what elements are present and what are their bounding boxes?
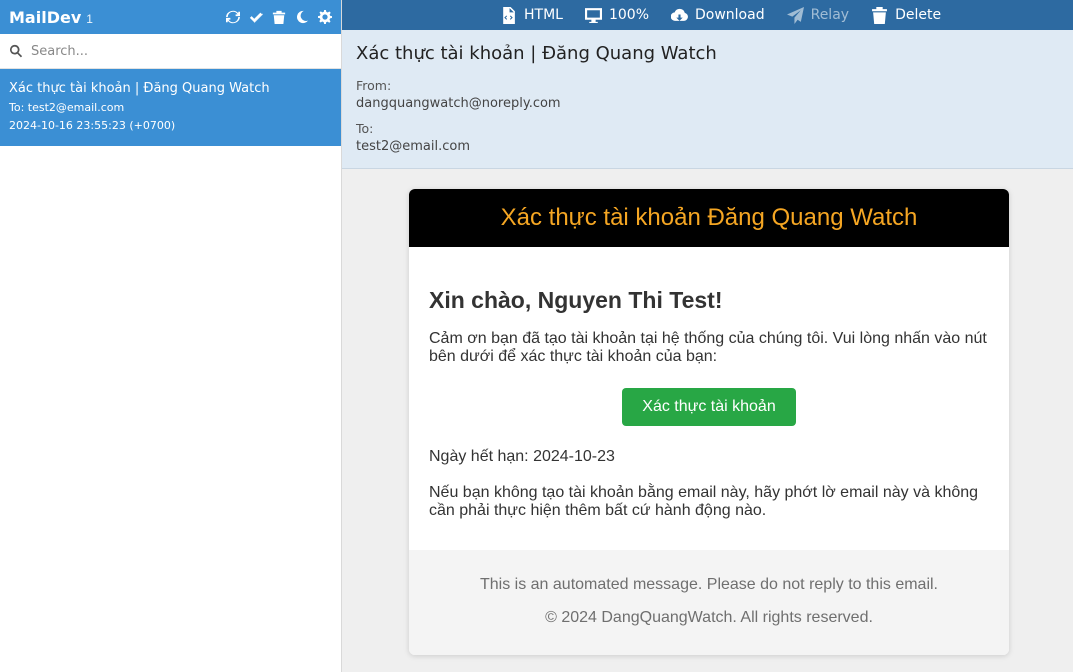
email-banner-title: Xác thực tài khoản Đăng Quang Watch [500,204,918,231]
download-button[interactable]: Download [671,7,765,24]
monitor-icon [584,7,602,23]
html-label: HTML [524,7,563,23]
cta-wrapper: Xác thực tài khoản [429,388,989,426]
refresh-icon[interactable] [226,10,240,24]
download-label: Download [695,7,765,23]
search-bar [0,34,341,69]
to-label: To: [356,121,374,136]
expiry-date: Ngày hết hạn: 2024-10-23 [429,448,615,465]
relay-button[interactable]: Relay [786,6,850,24]
message-subject: Xác thực tài khoản | Đăng Quang Watch [356,43,717,64]
sidebar-tools [226,10,332,24]
copyright: © 2024 DangQuangWatch. All rights reserv… [545,609,873,626]
trash-icon[interactable] [272,10,286,24]
zoom-label: 100% [608,7,649,23]
intro-text: Cảm ơn bạn đã tạo tài khoản tại hệ thống… [429,330,987,365]
html-button[interactable]: HTML [500,6,563,24]
email-content: Xin chào, Nguyen Thi Test! Cảm ơn bạn đã… [409,247,1009,520]
email-item-date: 2024-10-16 23:55:23 (+0700) [9,119,176,132]
search-input[interactable] [31,43,321,59]
app-title: MailDev [9,7,82,27]
email-preview-card: Xác thực tài khoản Đăng Quang Watch Xin … [409,189,1009,655]
zoom-button[interactable]: 100% [584,7,649,24]
search-icon [10,44,23,58]
to-address: test2@email.com [356,139,470,154]
paper-plane-icon [786,6,804,24]
moon-icon[interactable] [295,10,309,24]
message-header: Xác thực tài khoản | Đăng Quang Watch Fr… [342,30,1073,169]
trash-icon [872,6,887,24]
sidebar: MailDev 1 Xác thực tài khoản | Đăng Quan… [0,0,342,672]
mark-all-read-icon[interactable] [249,10,263,24]
relay-label: Relay [810,7,850,23]
file-code-icon [503,6,515,24]
email-item-subject: Xác thực tài khoản | Đăng Quang Watch [9,81,270,96]
delete-label: Delete [895,7,942,23]
email-banner: Xác thực tài khoản Đăng Quang Watch [409,189,1009,247]
email-item-recipient: To: test2@email.com [9,101,125,114]
automated-notice: This is an automated message. Please do … [479,576,938,593]
notice-text: Nếu bạn không tạo tài khoản bằng email n… [429,484,979,519]
verify-account-button[interactable]: Xác thực tài khoản [622,388,796,426]
delete-button[interactable]: Delete [871,6,942,24]
main-panel: HTML 100% Download Relay Delete Xác thực… [342,0,1073,672]
greeting: Xin chào, Nguyen Thi Test! [429,287,723,313]
cloud-download-icon [671,8,688,21]
gear-icon[interactable] [318,10,332,24]
sidebar-header: MailDev 1 [0,0,341,34]
email-list-item[interactable]: Xác thực tài khoản | Đăng Quang Watch To… [0,69,341,146]
from-label: From: [356,78,392,93]
message-toolbar: HTML 100% Download Relay Delete [342,0,1073,30]
email-footer: This is an automated message. Please do … [409,550,1009,655]
email-count: 1 [86,12,93,26]
from-address: dangquangwatch@noreply.com [356,96,561,111]
